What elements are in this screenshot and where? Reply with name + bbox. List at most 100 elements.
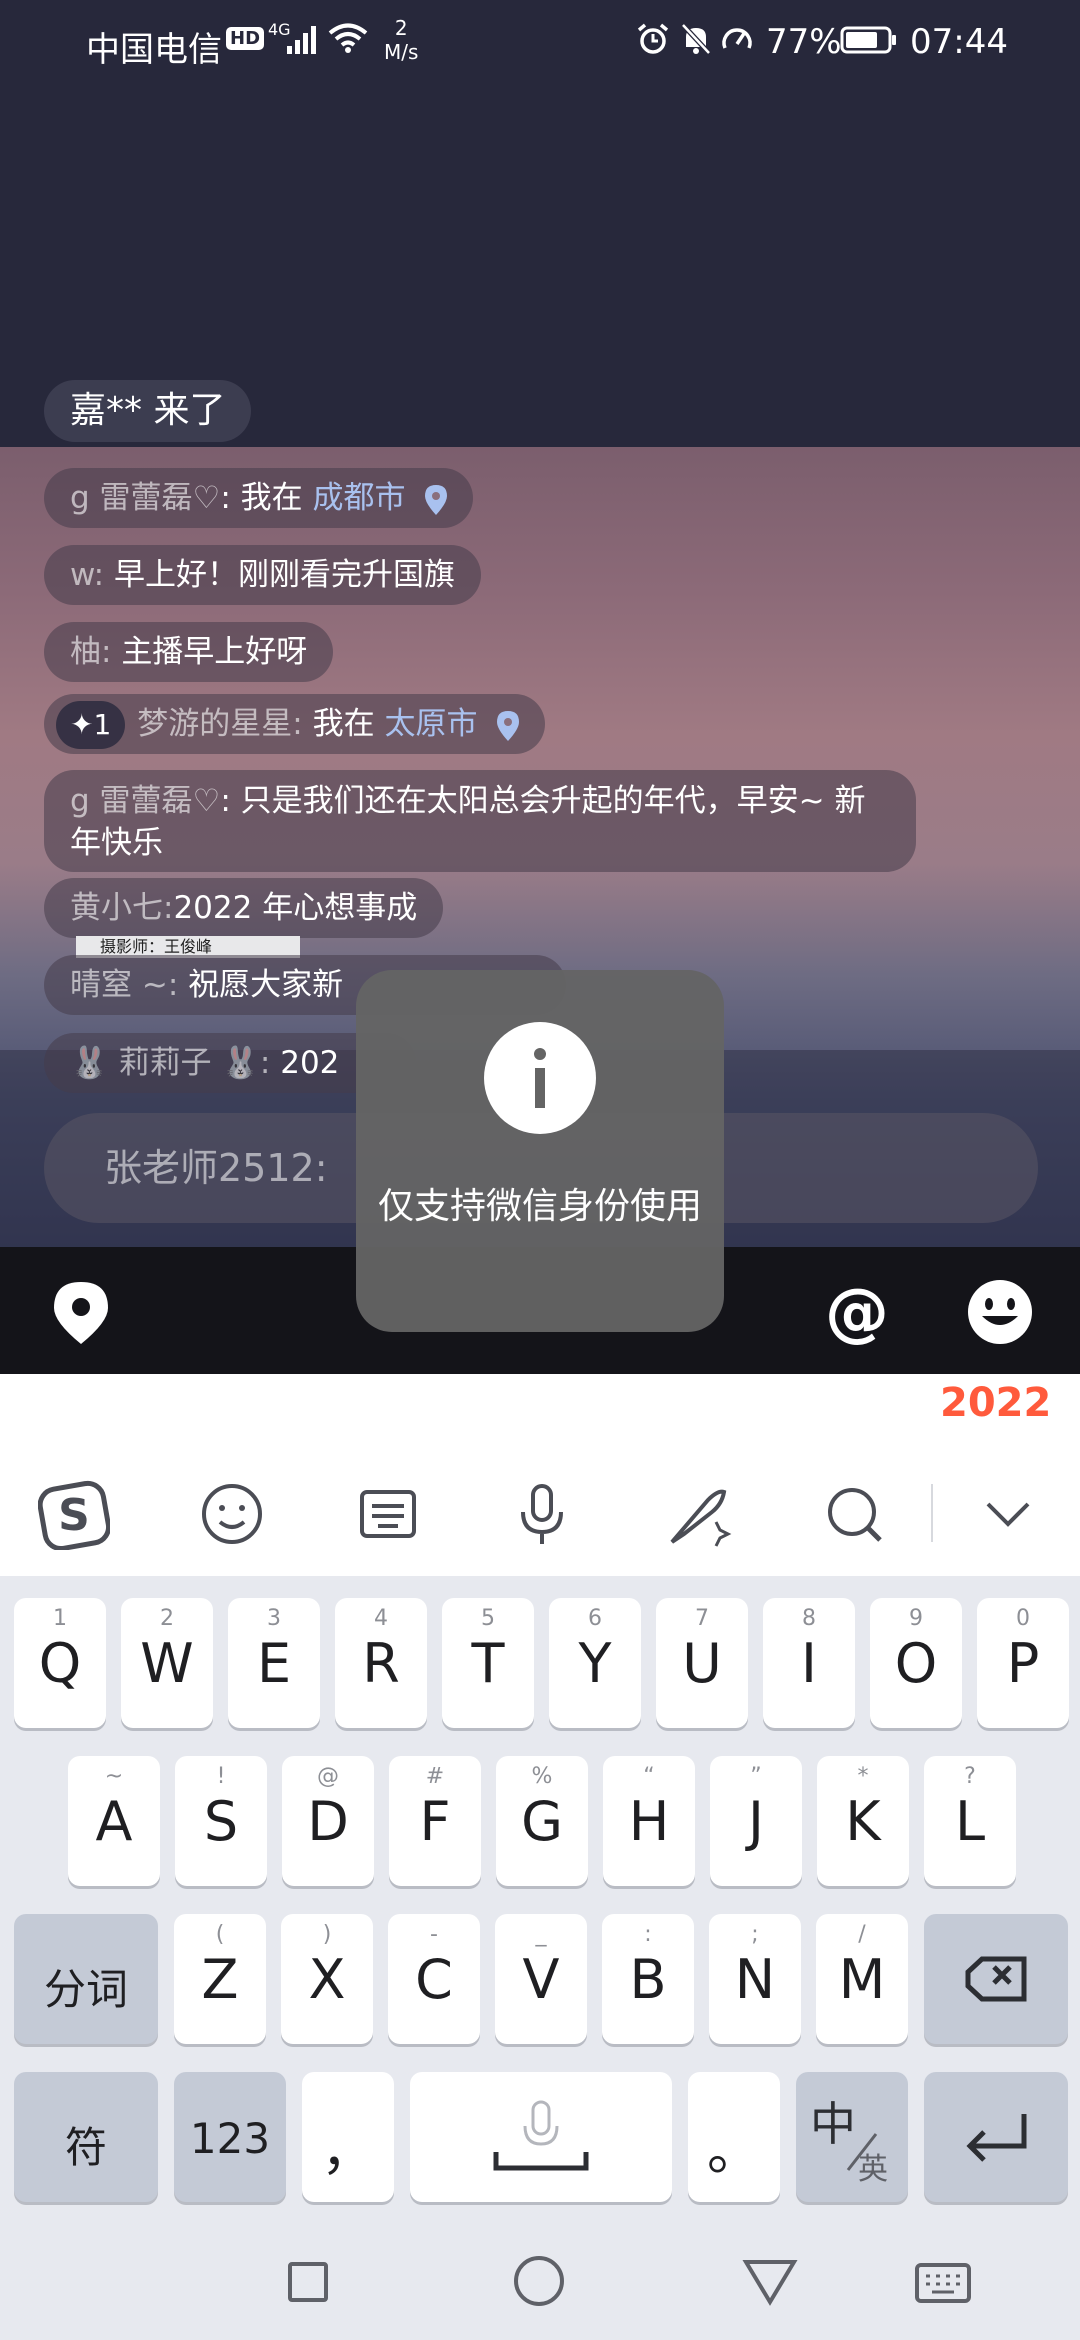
info-icon — [484, 1022, 596, 1134]
speed-unit: M/s — [384, 40, 419, 64]
recent-apps-button[interactable] — [288, 2262, 328, 2302]
chat-message: g 雷蕾磊♡: 我在 成都市 — [44, 468, 474, 528]
emoji-face-icon[interactable] — [196, 1478, 268, 1550]
chat-message: ✦1 梦游的星星: 我在 太原市 — [44, 694, 546, 754]
key-x[interactable]: ) X — [281, 1914, 373, 2044]
chat-text: 主播早上好呀 — [121, 634, 308, 670]
key-hint: @ — [317, 1764, 339, 1789]
key-label: H — [628, 1790, 670, 1853]
key-t[interactable]: 5T — [442, 1598, 534, 1728]
chat-username: 柚: — [70, 634, 112, 670]
battery-icon — [840, 26, 896, 54]
key-s[interactable]: ! S — [175, 1756, 267, 1886]
speed-value: 2 — [394, 16, 408, 40]
chat-message: w: 早上好！刚刚看完升国旗 — [44, 545, 481, 605]
search-icon[interactable] — [818, 1478, 890, 1550]
key-label: S — [203, 1790, 239, 1853]
key-i[interactable]: 8I — [763, 1598, 855, 1728]
chat-message: 黄小七:2022 年心想事成 — [44, 878, 444, 938]
key-label: K — [845, 1790, 881, 1853]
chevron-down-icon[interactable] — [972, 1478, 1044, 1550]
key-label: F — [419, 1790, 451, 1853]
battery-percentage: 77% — [766, 22, 842, 62]
symbols-key[interactable]: 符 — [14, 2072, 158, 2202]
key-hint: 2 — [160, 1606, 174, 1631]
key-p[interactable]: 0P — [977, 1598, 1069, 1728]
enter-key[interactable] — [924, 2072, 1068, 2202]
key-z[interactable]: (Z — [174, 1914, 266, 2044]
key-label: N — [734, 1948, 776, 2011]
numbers-key[interactable]: 123 — [174, 2072, 286, 2202]
key-k[interactable]: * K — [817, 1756, 909, 1886]
key-b[interactable]: :B — [602, 1914, 694, 2044]
location-icon[interactable] — [52, 1280, 110, 1346]
key-hint: _ — [535, 1922, 547, 1947]
chat-text: 202 — [280, 1045, 340, 1081]
key-h[interactable]: “H — [603, 1756, 695, 1886]
key-hint: 9 — [909, 1606, 923, 1631]
key-label: B — [629, 1948, 667, 2011]
keyboard-2022-badge: 2022 — [940, 1380, 1052, 1426]
period-key[interactable]: 。 — [688, 2072, 780, 2202]
chat-text: 2022 年心想事成 — [173, 890, 418, 926]
hd-badge: HD — [226, 27, 265, 50]
key-label: 。 — [707, 2119, 761, 2182]
chat-text: 我在 — [312, 706, 385, 742]
key-y[interactable]: 6Y — [549, 1598, 641, 1728]
key-a[interactable]: ~ A — [68, 1756, 160, 1886]
backspace-icon — [965, 1956, 1027, 2002]
key-hint: 8 — [802, 1606, 816, 1631]
space-mic-icon — [493, 2100, 589, 2171]
key-q[interactable]: 1Q — [14, 1598, 106, 1728]
key-c[interactable]: -C — [388, 1914, 480, 2044]
key-hint: ; — [751, 1922, 759, 1947]
key-hint: # — [425, 1764, 445, 1789]
key-n[interactable]: ; N — [709, 1914, 801, 2044]
backspace-key[interactable] — [924, 1914, 1068, 2044]
key-hint: % — [531, 1764, 553, 1789]
key-g[interactable]: % G — [496, 1756, 588, 1886]
speed-gauge-icon — [722, 28, 752, 49]
key-hint: 4 — [374, 1606, 388, 1631]
home-button[interactable] — [514, 2256, 564, 2306]
sogou-logo-icon[interactable]: S — [38, 1478, 110, 1550]
toast-message: 仅支持微信身份使用 — [377, 1186, 702, 1227]
microphone-icon[interactable] — [506, 1478, 578, 1550]
key-l[interactable]: ? L — [924, 1756, 1016, 1886]
key-hint: - — [430, 1922, 438, 1947]
key-hint: 0 — [1016, 1606, 1030, 1631]
key-u[interactable]: 7U — [656, 1598, 748, 1728]
keyboard-switch-icon[interactable] — [914, 2262, 972, 2304]
toolbar-divider — [931, 1484, 933, 1542]
key-label: 123 — [189, 2114, 271, 2163]
key-w[interactable]: 2W — [121, 1598, 213, 1728]
key-hint: ? — [964, 1764, 976, 1789]
key-f[interactable]: # F — [389, 1756, 481, 1886]
emoji-icon[interactable] — [966, 1278, 1034, 1346]
key-label: ， — [321, 2119, 375, 2182]
key-label: O — [894, 1632, 938, 1695]
key-v[interactable]: _ V — [495, 1914, 587, 2044]
comma-key[interactable]: ， — [302, 2072, 394, 2202]
key-label: I — [801, 1632, 817, 1695]
language-switch-key[interactable]: 中英 — [796, 2072, 908, 2202]
key-label: M — [838, 1948, 886, 2011]
space-key[interactable] — [410, 2072, 672, 2202]
key-d[interactable]: @ D — [282, 1756, 374, 1886]
key-m[interactable]: / M — [816, 1914, 908, 2044]
chat-text: 祝愿大家新 — [188, 967, 344, 1003]
key-j[interactable]: ” J — [710, 1756, 802, 1886]
keyboard-layout-icon[interactable] — [352, 1478, 424, 1550]
back-button[interactable] — [742, 2258, 798, 2306]
key-fenci[interactable]: 分词 — [14, 1914, 158, 2044]
key-label: W — [140, 1632, 194, 1695]
mention-at-icon[interactable]: @ — [822, 1278, 892, 1348]
chat-location: 成都市 — [312, 480, 406, 516]
chat-username: g 雷蕾磊♡ — [70, 480, 221, 516]
key-r[interactable]: 4R — [335, 1598, 427, 1728]
handwriting-feather-icon[interactable] — [662, 1478, 734, 1550]
key-label: V — [522, 1948, 560, 2011]
key-e[interactable]: 3E — [228, 1598, 320, 1728]
key-o[interactable]: 9O — [870, 1598, 962, 1728]
enter-notice: 嘉** 来了 — [44, 380, 252, 442]
